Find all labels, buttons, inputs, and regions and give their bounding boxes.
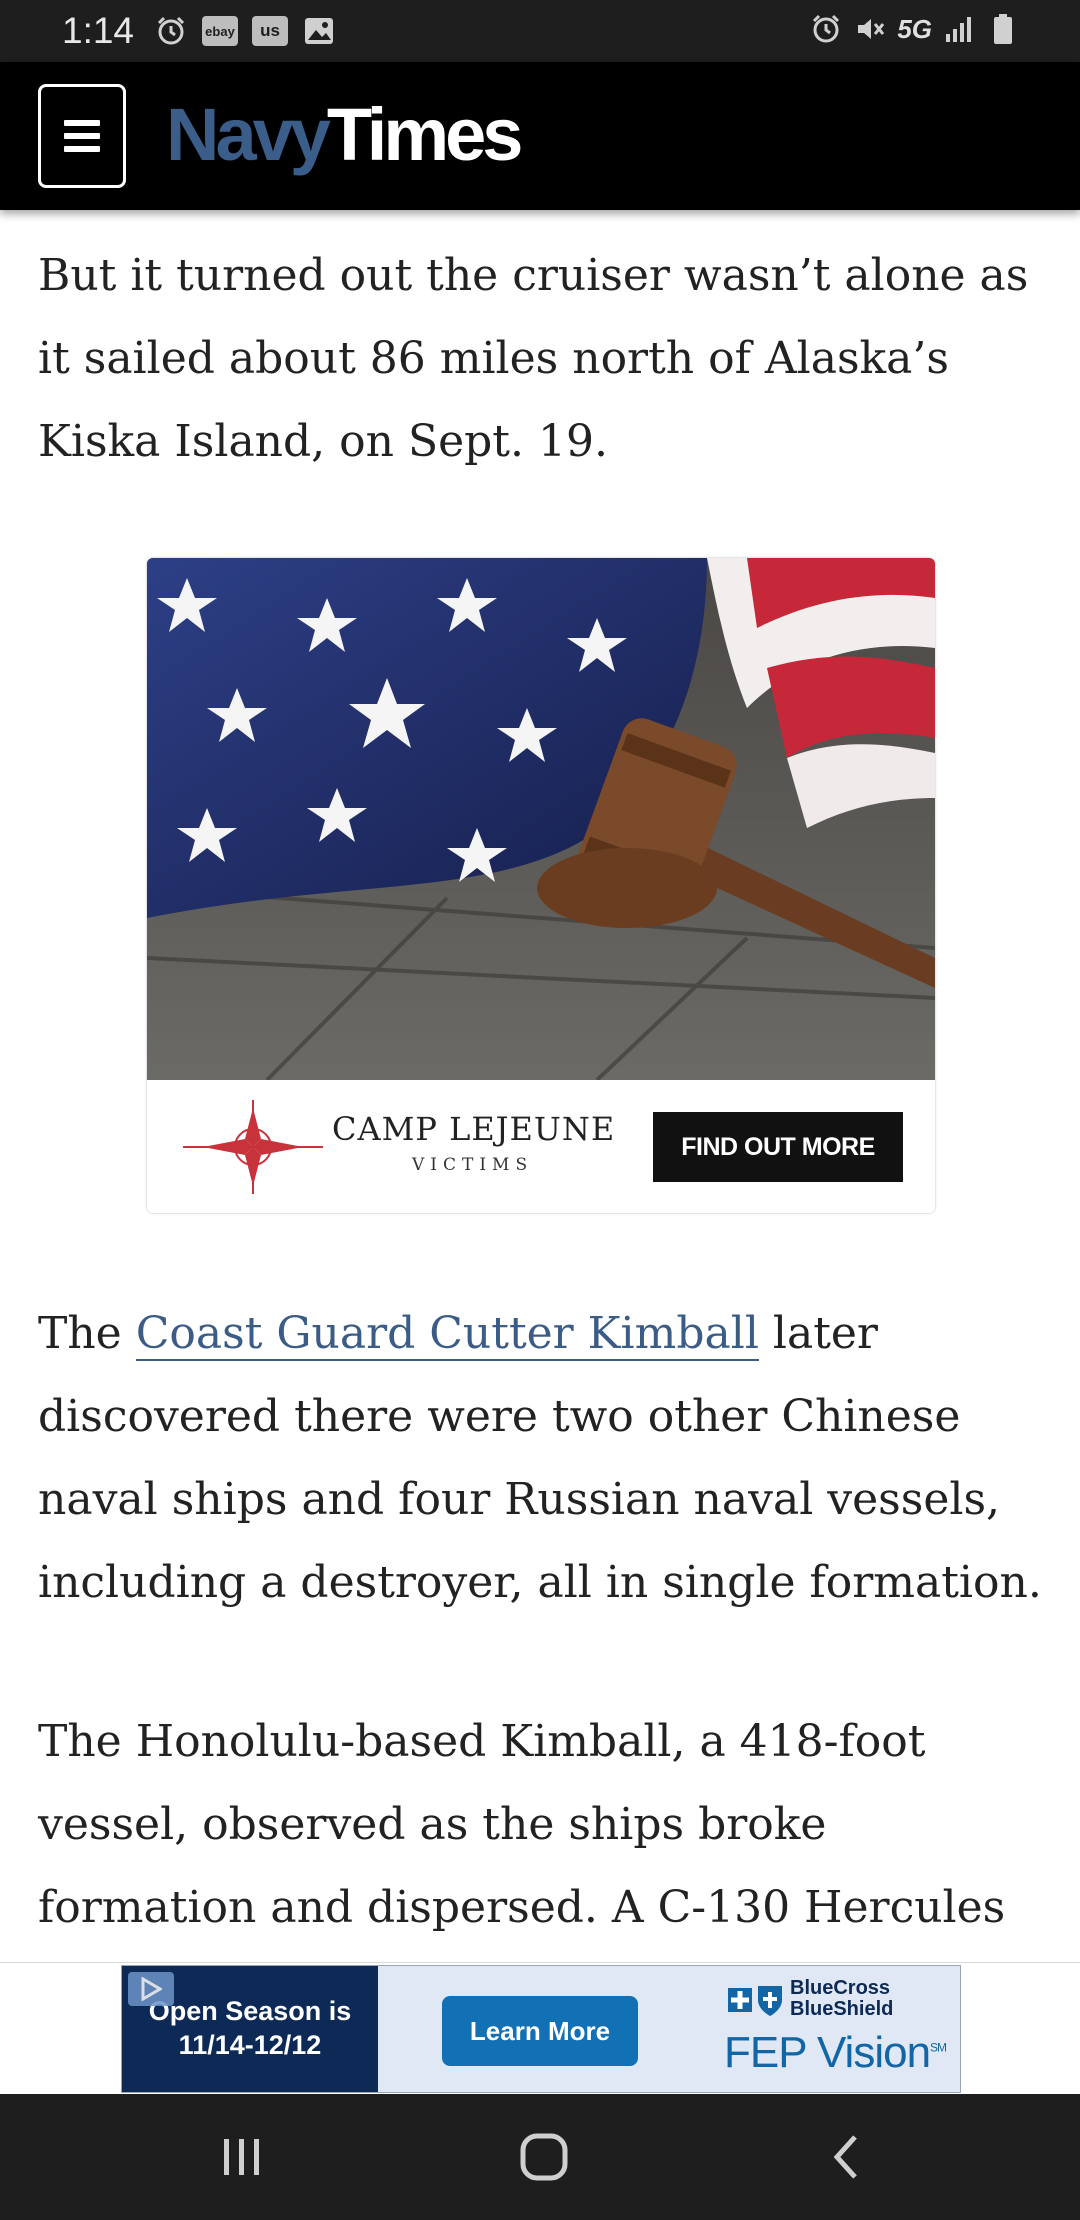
learn-more-button[interactable]: Learn More xyxy=(442,1996,638,2066)
battery-icon xyxy=(986,12,1020,46)
recent-apps-icon xyxy=(224,2139,259,2175)
article-paragraph: But it turned out the cruiser wasn’t alo… xyxy=(38,250,1029,467)
bcbs-logo-icon xyxy=(728,1986,782,2016)
ebay-icon: ebay xyxy=(202,16,238,46)
bottom-banner-ad[interactable]: Open Season is 11/14-12/12 Learn More Bl… xyxy=(121,1965,961,2093)
usa-today-icon: us xyxy=(252,16,288,46)
service-mark: SM xyxy=(930,2040,947,2055)
coast-guard-cutter-link[interactable]: Coast Guard Cutter Kimball xyxy=(135,1308,759,1361)
fep-product: FEP Vision xyxy=(724,2028,931,2077)
compass-logo-icon xyxy=(183,1100,323,1194)
display-ad[interactable]: CAMP LEJEUNE VICTIMS FIND OUT MORE xyxy=(147,558,935,1213)
bottom-banner-ad-container: Open Season is 11/14-12/12 Learn More Bl… xyxy=(0,1962,1080,2094)
gallery-icon xyxy=(302,14,336,48)
system-nav-bar xyxy=(0,2094,1080,2220)
back-icon xyxy=(833,2135,857,2179)
alarm-icon xyxy=(809,12,843,46)
ad-choices-icon[interactable] xyxy=(128,1972,174,2006)
banner-message: Open Season is 11/14-12/12 xyxy=(122,1966,378,2092)
signal-icon xyxy=(942,12,976,46)
find-out-more-button[interactable]: FIND OUT MORE xyxy=(653,1112,903,1182)
ad-footer: CAMP LEJEUNE VICTIMS FIND OUT MORE xyxy=(147,1080,935,1213)
ad-flag-gavel-image xyxy=(147,558,935,1080)
ad-brand-sub: VICTIMS xyxy=(412,1155,534,1175)
menu-button[interactable] xyxy=(38,84,126,188)
status-notification-icons: ebay us xyxy=(154,14,336,48)
home-icon xyxy=(520,2133,568,2181)
network-type: 5G xyxy=(897,13,932,44)
recent-apps-button[interactable] xyxy=(202,2122,282,2192)
status-system-icons: 5G xyxy=(809,12,1020,46)
ad-brand: CAMP LEJEUNE xyxy=(332,1110,616,1148)
status-time: 1:14 xyxy=(62,10,135,51)
mute-icon xyxy=(853,12,887,46)
banner-line2: 11/14-12/12 xyxy=(178,2030,322,2060)
site-header: NavyTimes xyxy=(0,62,1080,210)
logo-navy: Navy xyxy=(166,93,331,176)
article-paragraph: The Coast Guard Cutter Kimball later dis… xyxy=(38,1292,1048,1624)
home-button[interactable] xyxy=(504,2122,584,2192)
status-bar: 1:14 ebay us 5G xyxy=(0,0,1080,62)
menu-icon xyxy=(64,120,100,152)
back-button[interactable] xyxy=(806,2122,886,2192)
bcbs-line2: BlueShield xyxy=(790,1998,894,2020)
bcbs-line1: BlueCross xyxy=(790,1977,891,1999)
site-logo[interactable]: NavyTimes xyxy=(166,92,524,178)
logo-times: Times xyxy=(326,93,524,176)
fep-vision-label: FEP VisionSM xyxy=(724,2028,947,2078)
alarm-icon xyxy=(154,14,188,48)
paragraph-text: The xyxy=(38,1308,136,1359)
bcbs-name: BlueCross BlueShield xyxy=(790,1978,893,2020)
